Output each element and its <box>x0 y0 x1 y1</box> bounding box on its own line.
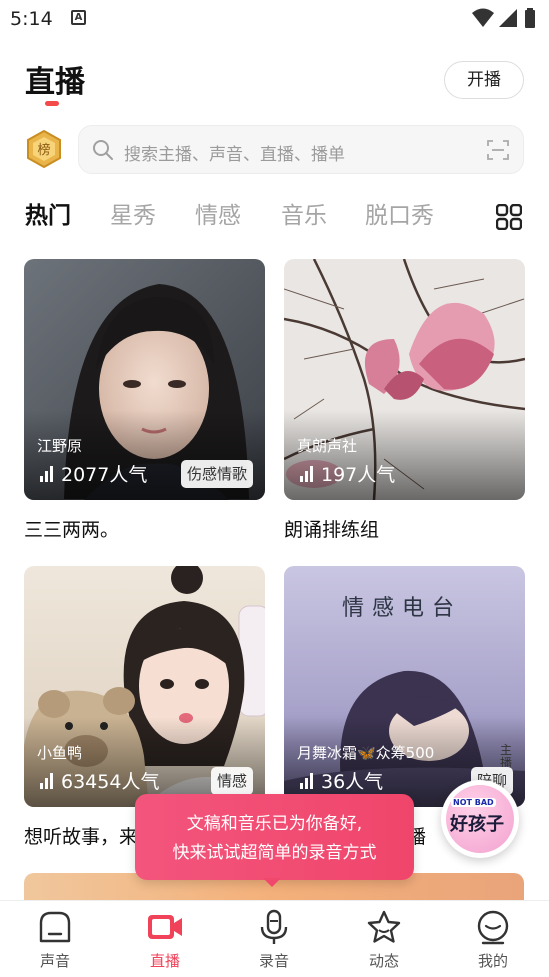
popularity-count: 63454人气 <box>39 767 159 794</box>
nav-label: 我的 <box>477 952 508 970</box>
battery-icon <box>525 8 535 28</box>
live-room-thumbnail[interactable]: 情感电台 主播 月舞冰霜🦋众筹500 36人气 陪聊 <box>284 566 525 807</box>
status-bar: 5:14 A <box>0 0 549 38</box>
popularity-text: 197人气 <box>321 464 396 486</box>
promo-badge-small-text: NOT BAD <box>451 798 496 807</box>
popularity-text: 36人气 <box>321 771 384 793</box>
live-camera-icon <box>148 915 182 939</box>
title-underline <box>45 101 59 106</box>
star-icon <box>367 910 401 943</box>
host-name: 小鱼鸭 <box>37 744 83 762</box>
popularity-bars-icon <box>40 466 53 482</box>
profile-icon <box>477 910 509 945</box>
category-tag: 情感 <box>210 767 253 795</box>
page-title: 直播 <box>25 65 85 100</box>
tooltip-line-1: 文稿和音乐已为你备好, <box>186 814 363 834</box>
popularity-count: 36人气 <box>299 767 383 794</box>
nav-item-live[interactable]: 直播 <box>110 901 220 977</box>
tab-talk-show[interactable]: 脱口秀 <box>365 196 434 230</box>
cover-overlay-title: 情感电台 <box>342 596 463 621</box>
search-input[interactable]: 搜索主播、声音、直播、播单 <box>124 140 345 165</box>
live-room-title: 朗诵排练组 <box>284 519 380 541</box>
live-room-thumbnail[interactable]: 真朗声社 197人气 <box>284 259 525 500</box>
popularity-count: 2077人气 <box>39 460 147 487</box>
nav-item-feed[interactable]: 动态 <box>329 901 439 977</box>
all-categories-grid-icon[interactable] <box>496 204 522 230</box>
search-icon <box>93 140 113 160</box>
nav-label: 动态 <box>368 952 399 970</box>
floating-promo-badge[interactable]: NOT BAD 好孩子 <box>441 780 519 858</box>
host-name: 真朗声社 <box>297 437 358 455</box>
tab-hot[interactable]: 热门 <box>25 196 71 230</box>
start-live-button[interactable]: 开播 <box>444 61 524 99</box>
nav-item-record[interactable]: 录音 <box>219 901 329 977</box>
microphone-icon <box>260 909 288 944</box>
host-name: 月舞冰霜🦋众筹500 <box>297 744 435 762</box>
recording-tip-tooltip[interactable]: 文稿和音乐已为你备好, 快来试试超简单的录音方式 <box>135 794 414 880</box>
tooltip-line-2: 快来试试超简单的录音方式 <box>172 843 377 863</box>
tab-star-show[interactable]: 星秀 <box>110 196 156 230</box>
nav-item-profile[interactable]: 我的 <box>438 901 548 977</box>
popularity-bars-icon <box>300 773 313 789</box>
popularity-bars-icon <box>40 773 53 789</box>
nav-label: 录音 <box>258 952 289 970</box>
bottom-navigation: 声音 直播 录音 动态 我的 <box>0 900 549 977</box>
popularity-count: 197人气 <box>299 460 395 487</box>
tab-music[interactable]: 音乐 <box>281 196 327 230</box>
search-bar[interactable]: 搜索主播、声音、直播、播单 <box>78 125 524 174</box>
scan-icon[interactable] <box>487 139 509 161</box>
live-room-card[interactable]: 真朗声社 197人气 朗诵排练组 <box>284 259 525 542</box>
promo-badge-brand: 好孩子 <box>450 814 504 835</box>
status-time: 5:14 <box>10 8 53 30</box>
popularity-bars-icon <box>300 466 313 482</box>
live-room-title: 三三两两。 <box>24 519 120 541</box>
sound-icon <box>39 911 71 943</box>
wifi-icon <box>472 8 494 27</box>
nav-label: 声音 <box>39 952 70 970</box>
sim-notification-icon: A <box>71 10 86 25</box>
nav-label: 直播 <box>149 952 180 970</box>
live-room-thumbnail[interactable]: 江野原 2077人气 伤感情歌 <box>24 259 265 500</box>
cellular-signal-icon <box>499 9 517 27</box>
category-tag: 伤感情歌 <box>180 460 253 488</box>
popularity-text: 63454人气 <box>61 771 160 793</box>
live-room-thumbnail[interactable]: 小鱼鸭 63454人气 情感 <box>24 566 265 807</box>
popularity-text: 2077人气 <box>61 464 148 486</box>
tooltip-arrow <box>263 878 281 887</box>
tab-emotion[interactable]: 情感 <box>195 196 241 230</box>
live-room-card[interactable]: 江野原 2077人气 伤感情歌 三三两两。 <box>24 259 265 542</box>
ranking-badge-icon[interactable]: 榜 <box>26 129 62 169</box>
rank-badge-label: 榜 <box>37 142 50 158</box>
host-name: 江野原 <box>37 437 83 455</box>
nav-item-sound[interactable]: 声音 <box>0 901 110 977</box>
